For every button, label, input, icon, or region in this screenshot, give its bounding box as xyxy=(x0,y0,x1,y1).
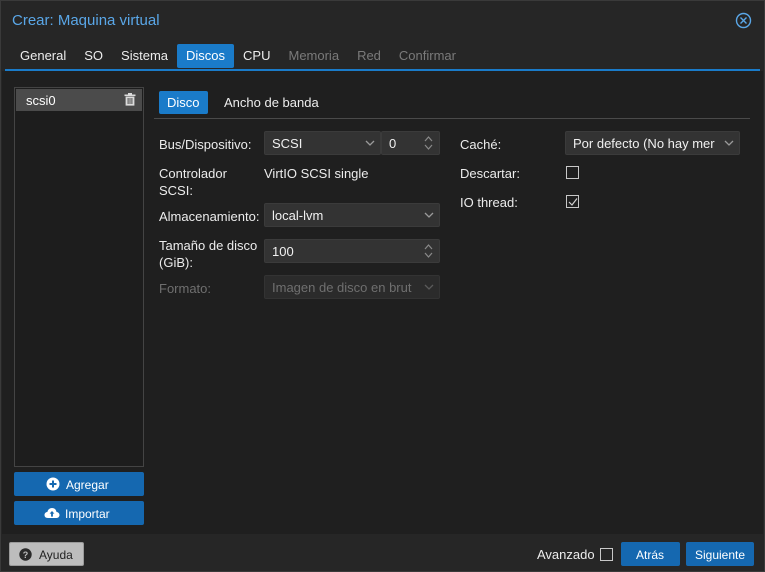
dialog-title: Crear: Maquina virtual xyxy=(12,12,160,29)
device-number-value: 0 xyxy=(389,136,397,151)
controller-label-2: SCSI: xyxy=(159,183,193,198)
chevron-down-icon xyxy=(724,140,734,146)
storage-label: Almacenamiento: xyxy=(159,209,260,224)
bus-value: SCSI xyxy=(272,136,303,151)
check-icon xyxy=(568,198,578,206)
storage-select[interactable]: local-lvm xyxy=(264,203,440,227)
cache-value: Por defecto (No hay mer xyxy=(573,136,715,151)
controller-label-1: Controlador xyxy=(159,166,227,181)
tab-confirm: Confirmar xyxy=(398,48,456,63)
chevron-down-icon xyxy=(424,212,434,218)
format-select: Imagen de disco en brut xyxy=(264,275,440,299)
wizard-tabs: General SO Sistema Discos CPU Memoria Re… xyxy=(11,44,465,68)
bus-label: Bus/Dispositivo: xyxy=(159,137,252,152)
disk-item-label: scsi0 xyxy=(26,93,56,108)
chevron-down-icon xyxy=(365,140,375,146)
spinner-icon[interactable] xyxy=(424,135,433,151)
tab-cpu[interactable]: CPU xyxy=(234,44,279,68)
format-value: Imagen de disco en brut xyxy=(272,280,412,295)
next-label: Siguiente xyxy=(695,548,746,562)
disk-list: scsi0 xyxy=(14,87,144,467)
title-bar: Crear: Maquina virtual xyxy=(1,1,764,39)
controller-value: VirtIO SCSI single xyxy=(264,166,369,181)
cache-select[interactable]: Por defecto (No hay mer xyxy=(565,131,740,155)
question-circle-icon: ? xyxy=(19,548,32,561)
disk-size-label-2: (GiB): xyxy=(159,255,193,270)
disk-list-item[interactable]: scsi0 xyxy=(16,89,142,111)
inner-tabs-divider xyxy=(154,118,750,119)
cloud-upload-icon xyxy=(44,508,60,518)
tab-general[interactable]: General xyxy=(11,44,75,68)
advanced-label: Avanzado xyxy=(537,547,595,562)
back-label: Atrás xyxy=(636,548,665,562)
spinner-icon[interactable] xyxy=(424,243,433,259)
bus-select[interactable]: SCSI xyxy=(264,131,381,155)
add-disk-button[interactable]: Agregar xyxy=(14,472,144,496)
device-number-spinner[interactable]: 0 xyxy=(381,131,440,155)
tab-network: Red xyxy=(357,48,381,63)
tab-memory: Memoria xyxy=(288,48,340,63)
tab-os[interactable]: SO xyxy=(75,44,112,68)
disk-size-value: 100 xyxy=(272,244,294,259)
tab-disk[interactable]: Disco xyxy=(159,91,208,114)
disk-size-label-1: Tamaño de disco xyxy=(159,238,258,253)
next-button[interactable]: Siguiente xyxy=(686,542,754,566)
import-disk-button[interactable]: Importar xyxy=(14,501,144,525)
close-icon[interactable] xyxy=(735,12,752,29)
storage-value: local-lvm xyxy=(272,208,324,223)
svg-text:?: ? xyxy=(23,550,29,560)
plus-circle-icon xyxy=(46,477,60,491)
trash-icon[interactable] xyxy=(124,93,136,106)
iothread-label: IO thread: xyxy=(460,195,518,210)
discard-label: Descartar: xyxy=(460,166,520,181)
iothread-checkbox[interactable] xyxy=(566,195,579,208)
help-label: Ayuda xyxy=(39,548,73,562)
back-button[interactable]: Atrás xyxy=(621,542,680,566)
advanced-checkbox[interactable] xyxy=(600,548,613,561)
tab-bandwidth[interactable]: Ancho de banda xyxy=(216,91,327,114)
tab-system[interactable]: Sistema xyxy=(112,44,177,68)
create-vm-dialog: Crear: Maquina virtual General SO Sistem… xyxy=(0,0,765,572)
cache-label: Caché: xyxy=(460,137,502,152)
format-label: Formato: xyxy=(159,281,212,296)
discard-checkbox[interactable] xyxy=(566,166,579,179)
tab-disks[interactable]: Discos xyxy=(177,44,235,68)
disk-size-input[interactable]: 100 xyxy=(264,239,440,263)
help-button[interactable]: ? Ayuda xyxy=(9,542,84,566)
import-disk-label: Importar xyxy=(65,507,110,521)
add-disk-label: Agregar xyxy=(66,478,109,492)
chevron-down-icon xyxy=(424,284,434,290)
